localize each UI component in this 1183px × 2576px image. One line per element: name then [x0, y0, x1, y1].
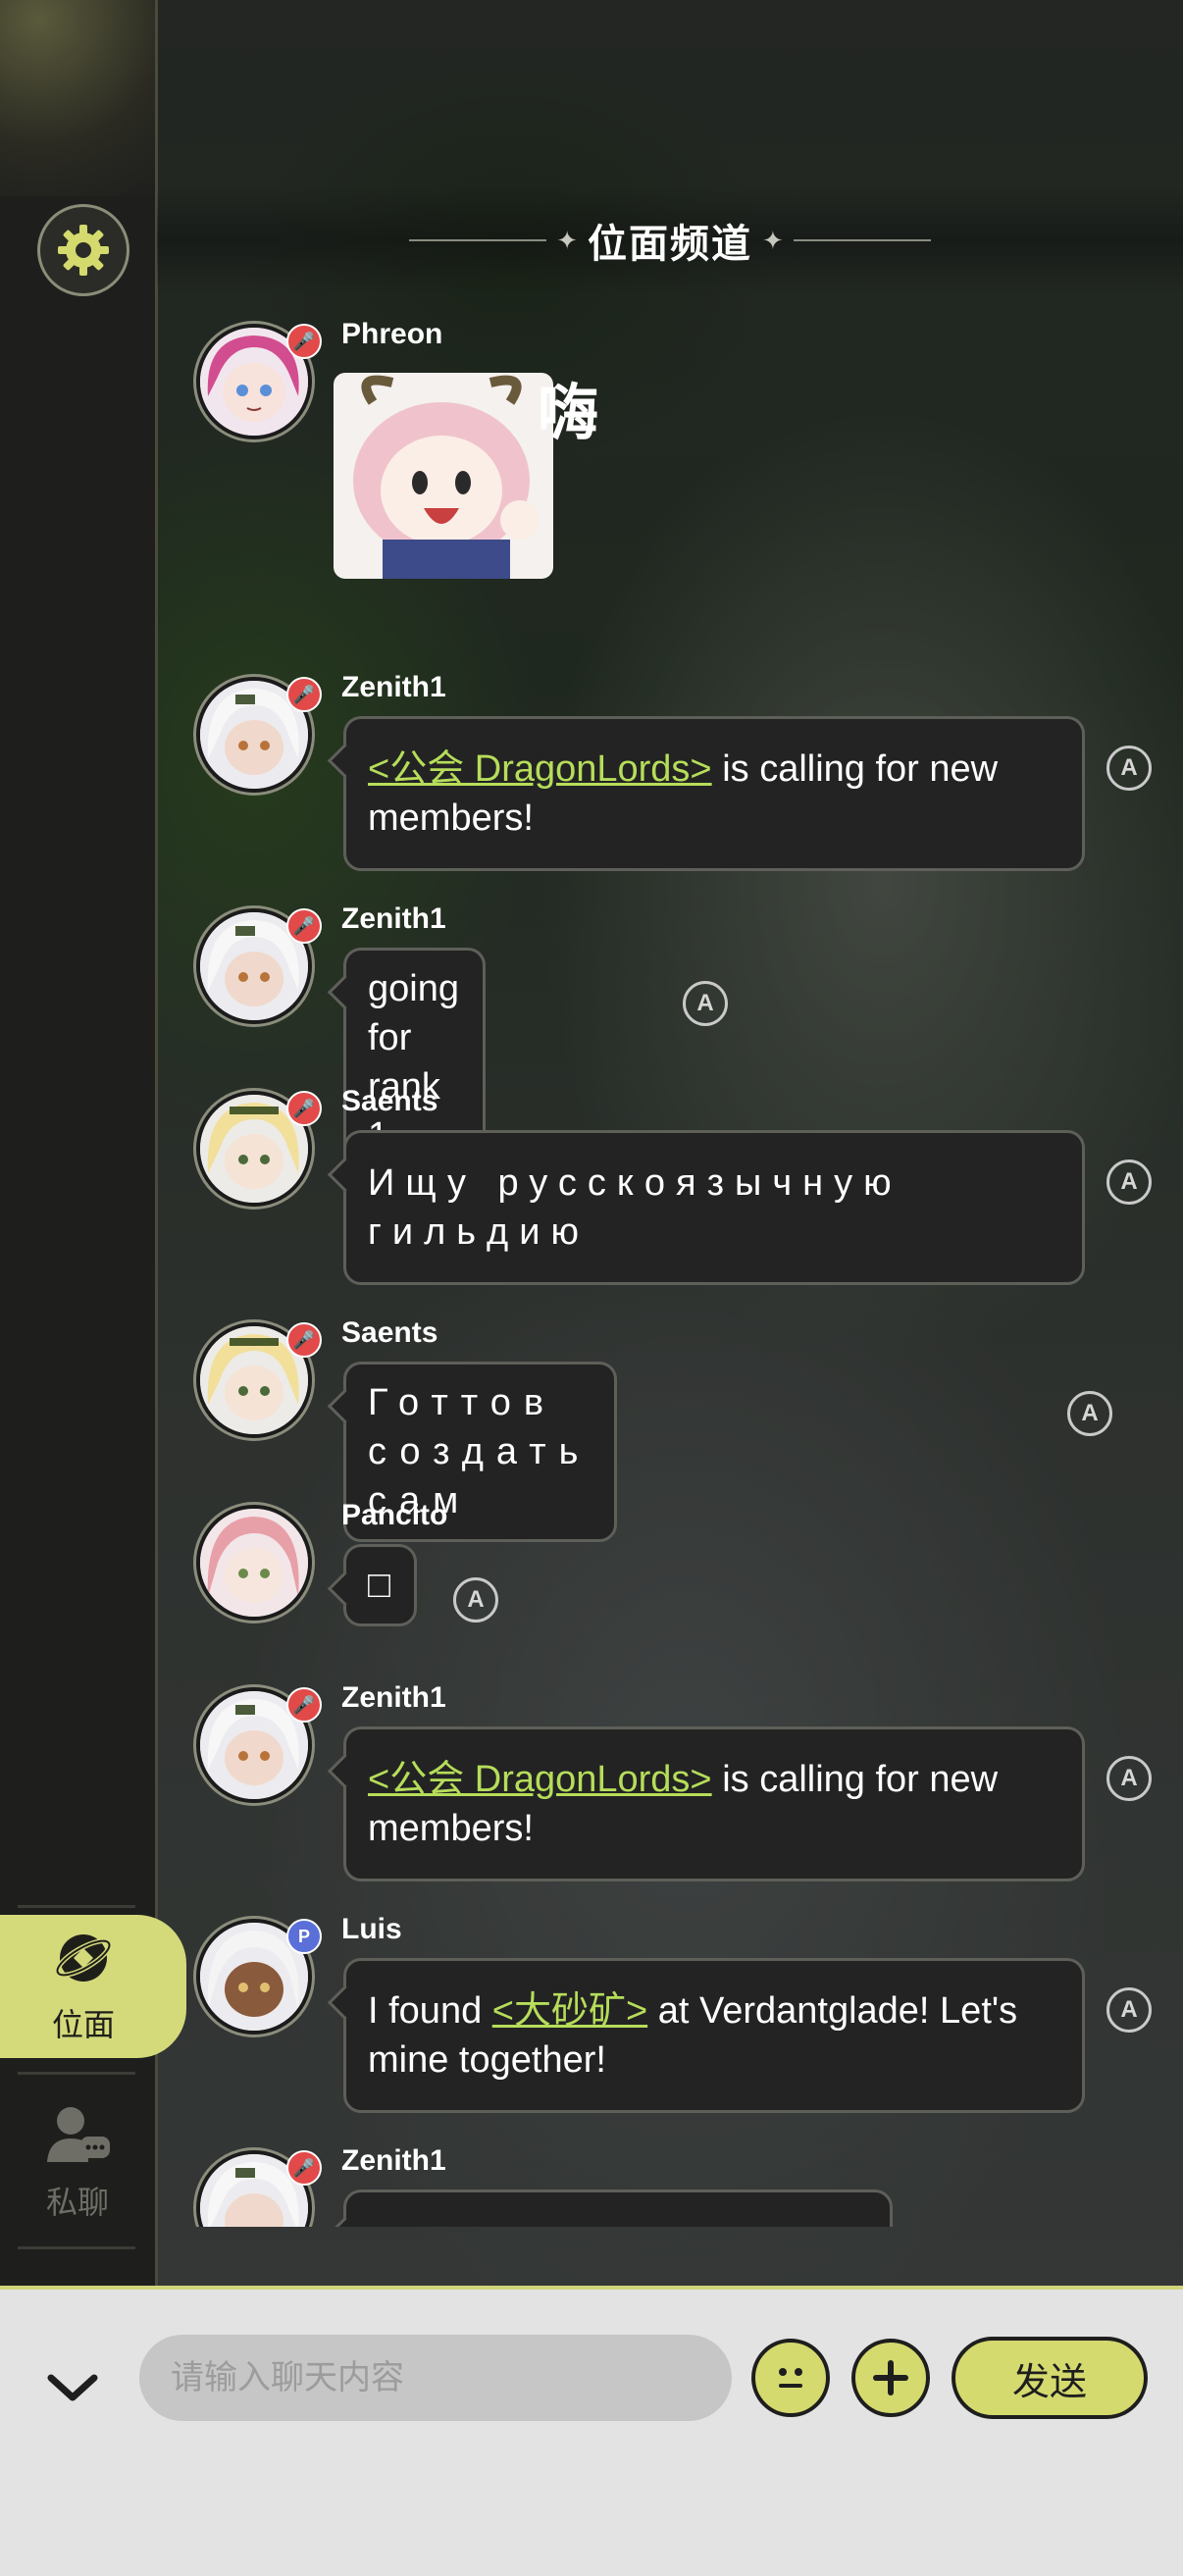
plus-icon [873, 2360, 908, 2396]
chat-input[interactable] [139, 2335, 732, 2421]
rank-badge: P [286, 1919, 322, 1954]
rank-badge: 🎤 [286, 1322, 322, 1358]
message-list[interactable]: 🎤 Phreon 嗨 🎤 Zenith1 <公会 DragonLords> is… [157, 294, 1183, 2227]
translate-icon[interactable]: A [453, 1577, 498, 1623]
message-bubble[interactable]: □ [343, 1544, 417, 1626]
rank-badge: 🎤 [286, 677, 322, 712]
private-chat-icon [47, 2107, 110, 2162]
message-bubble[interactable]: Ищу русскоязычную гильдию [343, 1130, 1085, 1285]
translate-icon[interactable]: A [1106, 1756, 1152, 1801]
settings-button[interactable] [37, 204, 129, 296]
username: Phreon [341, 318, 443, 350]
chat-input-bar: 发送 [0, 2286, 1183, 2576]
message-text: 嗨 [538, 380, 599, 447]
message-prefix: I found [368, 1990, 492, 2032]
emoji-button[interactable] [751, 2339, 830, 2417]
tab-private-chat[interactable]: 私聊 [0, 2089, 155, 2237]
chevron-down-icon [47, 2374, 98, 2401]
message-text: going for rank 1 [368, 968, 459, 1157]
add-button[interactable] [851, 2339, 930, 2417]
collapse-button[interactable] [37, 2352, 108, 2423]
guild-link[interactable]: <公会 DragonLords> [368, 1759, 712, 1800]
sidebar-divider [18, 1905, 135, 1908]
rank-badge: 🎤 [286, 2150, 322, 2186]
sidebar-divider [18, 2072, 135, 2075]
rank-badge: 🎤 [286, 908, 322, 944]
tab-private-chat-label: 私聊 [45, 2185, 109, 2220]
avatar-image [200, 1509, 308, 1617]
guild-link[interactable]: <公会 DragonLords> [368, 748, 712, 790]
channel-title: 位面频道 [588, 223, 752, 266]
message-bubble[interactable]: I found <大砂矿> at Verdantglade! Let's min… [343, 1958, 1085, 2113]
settings-icon [58, 225, 109, 276]
username: Saents [341, 1085, 438, 1117]
translate-icon[interactable]: A [1106, 1159, 1152, 1205]
message-text: Ищу русскоязычную гильдию [368, 1162, 902, 1253]
message-text: □ [368, 1565, 390, 1606]
message-bubble[interactable]: <公会 DragonLords> is calling for new memb… [343, 716, 1085, 871]
message-bubble[interactable]: <公会 DragonLords> is calling for new memb… [343, 1726, 1085, 1881]
tab-world-channel-label: 位面 [51, 2006, 115, 2042]
header-line-left [409, 239, 547, 241]
world-icon [55, 1933, 112, 1982]
translate-icon[interactable]: A [1106, 746, 1152, 791]
header-line-right [793, 239, 931, 241]
sidebar-divider [18, 2246, 135, 2249]
username: Zenith1 [341, 2144, 446, 2177]
header-diamond-icon: ✦ [556, 225, 578, 255]
username: Pancito [341, 1499, 448, 1531]
username: Saents [341, 1316, 438, 1349]
avatar[interactable] [196, 1505, 312, 1621]
sticker-image[interactable] [334, 373, 553, 579]
translate-icon[interactable]: A [1106, 1987, 1152, 2033]
translate-icon[interactable]: A [683, 981, 728, 1026]
sidebar-decoration [0, 0, 155, 196]
username: Zenith1 [341, 1681, 446, 1714]
username: Zenith1 [341, 902, 446, 935]
channel-header: ✦ 位面频道 ✦ [157, 186, 1183, 294]
rank-badge: 🎤 [286, 1091, 322, 1126]
username: Luis [341, 1913, 402, 1945]
send-button[interactable]: 发送 [952, 2337, 1148, 2419]
rank-badge: 🎤 [286, 1687, 322, 1723]
header-diamond-icon: ✦ [762, 225, 784, 255]
emoji-icon [779, 2368, 802, 2388]
translate-icon[interactable]: A [1067, 1391, 1112, 1436]
rank-badge: 🎤 [286, 324, 322, 359]
message-bubble[interactable] [343, 2190, 893, 2227]
username: Zenith1 [341, 671, 446, 703]
location-link[interactable]: <大砂矿> [492, 1990, 647, 2032]
